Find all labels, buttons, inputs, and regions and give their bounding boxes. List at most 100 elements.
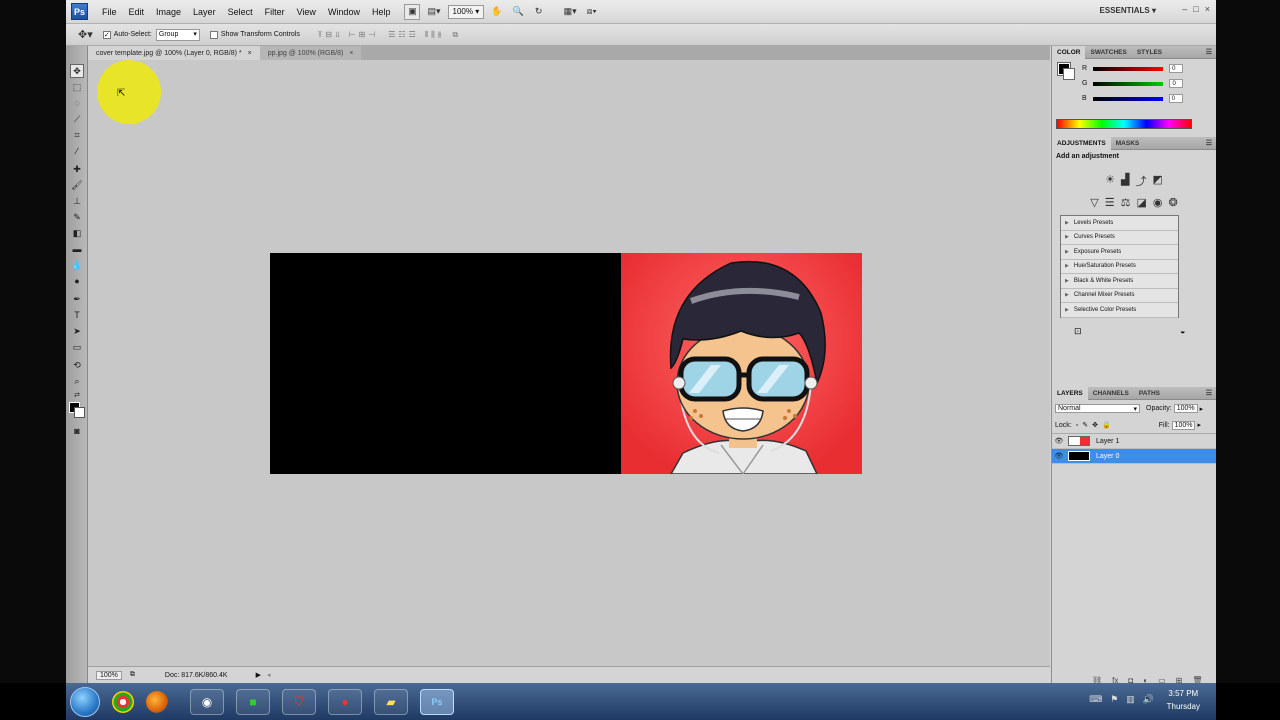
tab-close-icon[interactable]: × [349,50,353,57]
rectangle-tool-icon[interactable]: ▭ [70,340,84,354]
preset-curves[interactable]: ▶ Curves Presets [1061,231,1178,245]
menu-file[interactable]: File [96,7,123,17]
tray-network-icon[interactable]: ▥ [1126,694,1135,705]
layer-row-layer-1[interactable]: 👁 Layer 1 [1052,434,1216,449]
status-preview-icon[interactable]: ⧉ [130,671,135,679]
lock-all-icon[interactable]: 🔒 [1102,421,1111,429]
tab-masks[interactable]: MASKS [1111,137,1144,150]
align-left-icon[interactable]: ⊢ [349,30,356,40]
history-brush-tool-icon[interactable]: ✎ [70,210,84,224]
vibrance-icon[interactable]: ▽ [1090,196,1098,209]
pen-tool-icon[interactable]: ✒ [70,292,84,306]
hand-tool-icon[interactable]: ✋ [488,4,505,20]
move-tool-icon[interactable]: ✥ [70,64,84,78]
auto-select-dropdown[interactable]: Group [155,28,200,41]
crop-tool-icon[interactable]: ⌗ [70,128,84,142]
taskbar-clock[interactable]: 3:57 PM Thursday [1167,687,1200,713]
tray-keyboard-icon[interactable]: ⌨ [1089,694,1102,705]
menu-filter[interactable]: Filter [259,7,291,17]
auto-align-icon[interactable]: ⧉ [453,30,459,40]
tray-flag-icon[interactable]: ⚑ [1110,694,1118,705]
marquee-tool-icon[interactable]: ⬚ [70,80,84,94]
tab-paths[interactable]: PATHS [1134,387,1165,400]
link-layers-icon[interactable]: ⛓ [1092,676,1102,683]
zoom-level-select[interactable]: 100% ▾ [447,4,485,19]
preset-selective-color[interactable]: ▶ Selective Color Presets [1061,303,1178,318]
gradient-tool-icon[interactable]: ▬ [70,242,84,256]
tab-channels[interactable]: CHANNELS [1088,387,1134,400]
panel-menu-icon[interactable]: ☰ [1206,48,1212,56]
chrome-icon[interactable] [112,690,134,713]
preset-black-white[interactable]: ▶ Black & White Presets [1061,274,1178,289]
adjustment-clip-icon[interactable]: ◒ [1180,326,1185,336]
hscroll-left-icon[interactable]: ◂ [267,671,271,679]
menu-edit[interactable]: Edit [123,7,151,17]
align-top-icon[interactable]: ⫪ [318,30,323,40]
layer-row-layer-0[interactable]: 👁 Layer 0 [1052,449,1216,464]
add-mask-icon[interactable]: ◘ [1128,676,1133,683]
distribute-left-icon[interactable]: ⫴ [425,30,428,40]
layer-name[interactable]: Layer 1 [1096,438,1119,445]
curves-icon[interactable]: ⤴ [1135,173,1146,189]
panel-menu-icon[interactable]: ☰ [1206,139,1212,147]
lock-pixels-icon[interactable]: ✎ [1082,421,1088,429]
menu-view[interactable]: View [291,7,322,17]
minimize-icon[interactable]: – [1182,4,1187,14]
show-transform-controls-checkbox[interactable]: Show Transform Controls [209,30,300,39]
tab-close-icon[interactable]: × [248,50,252,57]
taskbar-photoshop-icon[interactable]: Ps [420,688,454,715]
menu-select[interactable]: Select [222,7,259,17]
levels-icon[interactable]: ▟ [1121,173,1129,189]
distribute-hcenter-icon[interactable]: ⫼ [431,30,435,40]
menu-layer[interactable]: Layer [187,7,222,17]
layer-name[interactable]: Layer 0 [1096,453,1119,460]
menu-help[interactable]: Help [366,7,397,17]
status-zoom[interactable]: 100% [96,670,122,680]
path-selection-tool-icon[interactable]: ➤ [70,324,84,338]
show-transform-check[interactable] [209,30,218,39]
channel-r-value[interactable]: 0 [1169,64,1184,73]
bridge-icon[interactable]: ▣ [404,3,421,20]
eyedropper-tool-icon[interactable]: ⁄ [70,144,84,158]
align-vcenter-icon[interactable]: ⊟ [325,30,332,40]
blur-tool-icon[interactable]: 💧 [70,258,84,272]
layer-style-icon[interactable]: fx [1112,676,1118,683]
tab-styles[interactable]: STYLES [1132,46,1167,59]
adjustment-return-icon[interactable]: ⊡ [1074,326,1082,337]
move-tool-preset-icon[interactable]: ✥▾ [78,28,93,41]
tray-volume-icon[interactable]: 🔊 [1143,694,1154,705]
new-adjustment-layer-icon[interactable]: ◐ [1143,676,1148,683]
restore-icon[interactable]: □ [1193,4,1198,14]
preset-exposure[interactable]: ▶ Exposure Presets [1061,245,1178,260]
zoom-tool-panel-icon[interactable]: ⌕ [70,374,84,388]
color-spectrum-bar[interactable] [1056,119,1192,129]
channel-mixer-icon[interactable]: ❂ [1169,196,1178,209]
workspace-switcher[interactable]: ESSENTIALS ▾ [1100,6,1156,15]
screen-mode-icon[interactable]: ⧈▾ [584,4,600,20]
swap-colors-icon[interactable]: ⇄ [70,388,84,402]
preset-hue-saturation[interactable]: ▶ Hue/Saturation Presets [1061,260,1178,274]
opacity-value[interactable]: 100% [1173,404,1198,413]
distribute-right-icon[interactable]: ⫵ [438,30,442,40]
visibility-eye-icon[interactable]: 👁 [1052,437,1066,445]
taskbar-shield-app-icon[interactable]: ⛉ [282,688,316,715]
align-hcenter-icon[interactable]: ⊞ [359,30,366,40]
panel-menu-icon[interactable]: ☰ [1206,389,1212,397]
3d-rotate-tool-icon[interactable]: ⟲ [70,358,84,372]
layer-0-black-fill[interactable] [270,253,621,474]
tab-pp[interactable]: pp.jpg @ 100% (RGB/8) × [259,46,362,60]
channel-b-slider[interactable] [1092,96,1163,101]
auto-select-check[interactable]: ✓ [102,30,111,39]
menu-image[interactable]: Image [150,7,187,17]
distribute-top-icon[interactable]: ☰ [388,30,395,40]
distribute-bottom-icon[interactable]: ☲ [409,30,416,40]
tab-swatches[interactable]: SWATCHES [1085,46,1131,59]
view-extras-icon[interactable]: ▤▾ [424,4,443,20]
new-group-icon[interactable]: ▭ [1158,676,1166,683]
channel-r-slider[interactable] [1093,66,1164,71]
canvas-area[interactable]: ⇱ [88,60,1050,666]
black-white-icon[interactable]: ◪ [1136,196,1146,209]
status-menu-arrow-icon[interactable]: ▶ [256,671,261,679]
hue-saturation-icon[interactable]: ☰ [1105,196,1115,209]
fill-value[interactable]: 100% [1171,420,1196,430]
